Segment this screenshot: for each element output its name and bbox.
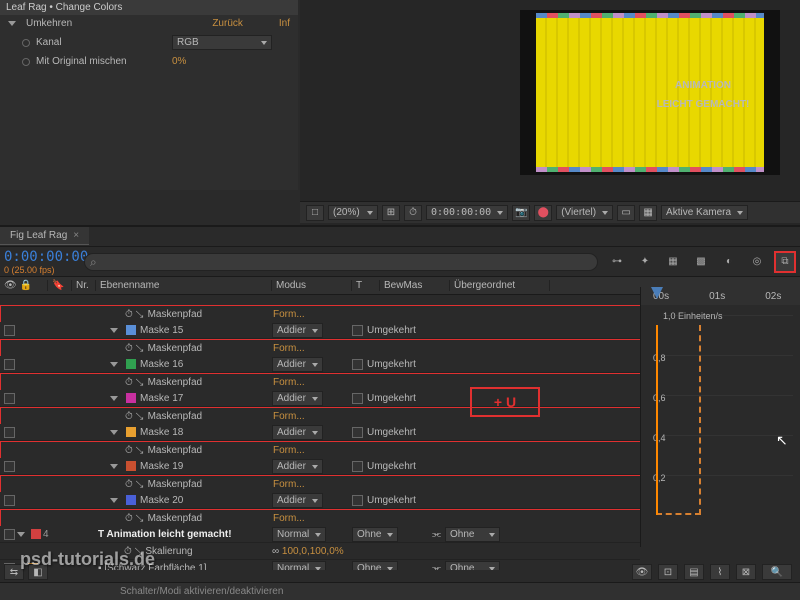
mask-mode-dropdown[interactable]: Addier bbox=[272, 493, 323, 508]
timeline-panel: Fig Leaf Rag× 0:00:00:00 0 (25.00 fps) ⊶… bbox=[0, 225, 800, 600]
blend-mode-dropdown[interactable]: Normal bbox=[272, 527, 326, 542]
graph-editor[interactable]: 00s01s02s 1,0 Einheiten/s 0,8 0,6 0,4 0,… bbox=[640, 287, 800, 547]
mask-path-row[interactable]: ⏱ ↘ Maskenpfad bbox=[97, 309, 273, 320]
effect-title: Umkehren bbox=[26, 18, 206, 29]
status-bar: Schalter/Modi aktivieren/deaktivieren bbox=[0, 582, 800, 600]
graph-editor-icon[interactable]: ⧉ bbox=[774, 251, 796, 273]
track-matte-dropdown[interactable]: Ohne bbox=[352, 561, 398, 571]
grid-icon[interactable]: ⊞ bbox=[382, 205, 400, 221]
invert-checkbox[interactable] bbox=[352, 359, 363, 370]
disclosure-icon[interactable] bbox=[8, 21, 16, 26]
shortcut-hint: + U bbox=[470, 387, 540, 417]
graph-line bbox=[656, 325, 658, 515]
channel-label: Kanal bbox=[36, 37, 166, 48]
mask-row[interactable]: Maske 17 bbox=[96, 393, 272, 404]
invert-checkbox[interactable] bbox=[352, 325, 363, 336]
camera-icon[interactable]: 📷 bbox=[512, 205, 530, 221]
preview-text: ANIMATIONLEICHT GEMACHT! bbox=[657, 74, 750, 110]
mask-row[interactable]: Maske 20 bbox=[96, 495, 272, 506]
timeline-fps: 0 (25.00 fps) bbox=[4, 265, 76, 275]
mask-row[interactable]: Maske 15 bbox=[96, 325, 272, 336]
view-icon[interactable]: ▭ bbox=[617, 205, 635, 221]
mask-path-row[interactable]: ⏱ ↘ Maskenpfad bbox=[97, 445, 273, 456]
screenshot-icon[interactable]: □ bbox=[306, 205, 324, 221]
layer-list: ⏱ ↘ Maskenpfad Form... Maske 15 Addier U… bbox=[0, 305, 640, 570]
time-ruler[interactable]: 00s01s02s bbox=[641, 287, 800, 305]
effect-breadcrumb: Leaf Rag • Change Colors bbox=[0, 0, 298, 15]
fit-icon[interactable]: ⊠ bbox=[736, 564, 756, 580]
watermark: psd-tutorials.de bbox=[20, 549, 155, 570]
mask-path-row[interactable]: ⏱ ↘ Maskenpfad bbox=[97, 411, 273, 422]
eye-toggle[interactable] bbox=[4, 529, 15, 540]
parent-dropdown[interactable]: Ohne bbox=[445, 527, 500, 542]
effect-controls-panel: Leaf Rag • Change Colors Umkehren Zurück… bbox=[0, 0, 298, 190]
parent-dropdown[interactable]: Ohne bbox=[445, 561, 500, 571]
draft3d-icon[interactable]: ✦ bbox=[634, 251, 656, 273]
preview-timecode[interactable]: 0:00:00:00 bbox=[426, 205, 508, 220]
composition-tab[interactable]: Fig Leaf Rag× bbox=[0, 227, 89, 245]
mask-path-row[interactable]: ⏱ ↘ Maskenpfad bbox=[97, 479, 273, 490]
mask-row[interactable]: Maske 19 bbox=[96, 461, 272, 472]
zoom-icon[interactable]: 🔍 bbox=[762, 564, 792, 580]
search-input[interactable] bbox=[84, 253, 598, 271]
mask-mode-dropdown[interactable]: Addier bbox=[272, 459, 323, 474]
mask-mode-dropdown[interactable]: Addier bbox=[272, 425, 323, 440]
motion-blur-icon[interactable]: ◐ bbox=[718, 251, 740, 273]
quality-dropdown[interactable]: (Viertel) bbox=[556, 205, 613, 220]
track-matte-dropdown[interactable]: Ohne bbox=[352, 527, 398, 542]
visibility-toggle[interactable] bbox=[4, 495, 15, 506]
timeline-timecode[interactable]: 0:00:00:00 bbox=[4, 249, 76, 265]
graph-curve bbox=[656, 325, 701, 515]
choose-icon[interactable]: ▤ bbox=[684, 564, 704, 580]
text-layer-row[interactable]: T Animation leicht gemacht! bbox=[96, 529, 272, 540]
mask-mode-dropdown[interactable]: Addier bbox=[272, 357, 323, 372]
mix-label: Mit Original mischen bbox=[36, 56, 166, 67]
close-icon[interactable]: × bbox=[73, 230, 79, 241]
info-link[interactable]: Inf bbox=[279, 18, 290, 29]
mask-mode-dropdown[interactable]: Addier bbox=[272, 323, 323, 338]
frame-blend-icon[interactable]: ▩ bbox=[690, 251, 712, 273]
preview-toolbar: □ (20%) ⊞ ⏱ 0:00:00:00 📷 ⬤ (Viertel) ▭ ▦… bbox=[300, 201, 800, 223]
visibility-toggle[interactable] bbox=[4, 393, 15, 404]
visibility-toggle[interactable] bbox=[4, 427, 15, 438]
visibility-toggle[interactable] bbox=[4, 461, 15, 472]
mix-value[interactable]: 0% bbox=[172, 56, 186, 67]
invert-checkbox[interactable] bbox=[352, 427, 363, 438]
snap-icon[interactable]: ⊡ bbox=[658, 564, 678, 580]
visibility-toggle[interactable] bbox=[4, 325, 15, 336]
mask-path-row[interactable]: ⏱ ↘ Maskenpfad bbox=[97, 343, 273, 354]
timecode-toggle-icon[interactable]: ⏱ bbox=[404, 205, 422, 221]
brain-icon[interactable]: ◎ bbox=[746, 251, 768, 273]
channel-dropdown[interactable]: RGB bbox=[172, 35, 272, 50]
visibility-toggle[interactable] bbox=[4, 359, 15, 370]
color-bars-bottom bbox=[536, 167, 765, 172]
invert-checkbox[interactable] bbox=[352, 495, 363, 506]
transparency-icon[interactable]: ▦ bbox=[639, 205, 657, 221]
mask-path-row[interactable]: ⏱ ↘ Maskenpfad bbox=[97, 377, 273, 388]
mask-row[interactable]: Maske 18 bbox=[96, 427, 272, 438]
stopwatch-icon[interactable] bbox=[22, 39, 30, 47]
graph-type-icon[interactable]: ⌇ bbox=[710, 564, 730, 580]
blend-mode-dropdown[interactable]: Normal bbox=[272, 561, 326, 571]
zoom-dropdown[interactable]: (20%) bbox=[328, 205, 378, 220]
eye-icon[interactable]: 👁 bbox=[632, 564, 652, 580]
composition-viewer: ANIMATIONLEICHT GEMACHT! □ (20%) ⊞ ⏱ 0:0… bbox=[300, 0, 800, 225]
mask-path-row[interactable]: ⏱ ↘ Maskenpfad bbox=[97, 513, 273, 524]
color-icon[interactable]: ⬤ bbox=[534, 205, 552, 221]
hide-shy-icon[interactable]: ▦ bbox=[662, 251, 684, 273]
invert-checkbox[interactable] bbox=[352, 393, 363, 404]
reset-link[interactable]: Zurück bbox=[212, 18, 243, 29]
mask-mode-dropdown[interactable]: Addier bbox=[272, 391, 323, 406]
comp-flowchart-icon[interactable]: ⊶ bbox=[606, 251, 628, 273]
preview-canvas[interactable]: ANIMATIONLEICHT GEMACHT! bbox=[520, 10, 780, 175]
invert-checkbox[interactable] bbox=[352, 461, 363, 472]
camera-dropdown[interactable]: Aktive Kamera bbox=[661, 205, 748, 220]
stopwatch-icon[interactable] bbox=[22, 58, 30, 66]
mask-row[interactable]: Maske 16 bbox=[96, 359, 272, 370]
